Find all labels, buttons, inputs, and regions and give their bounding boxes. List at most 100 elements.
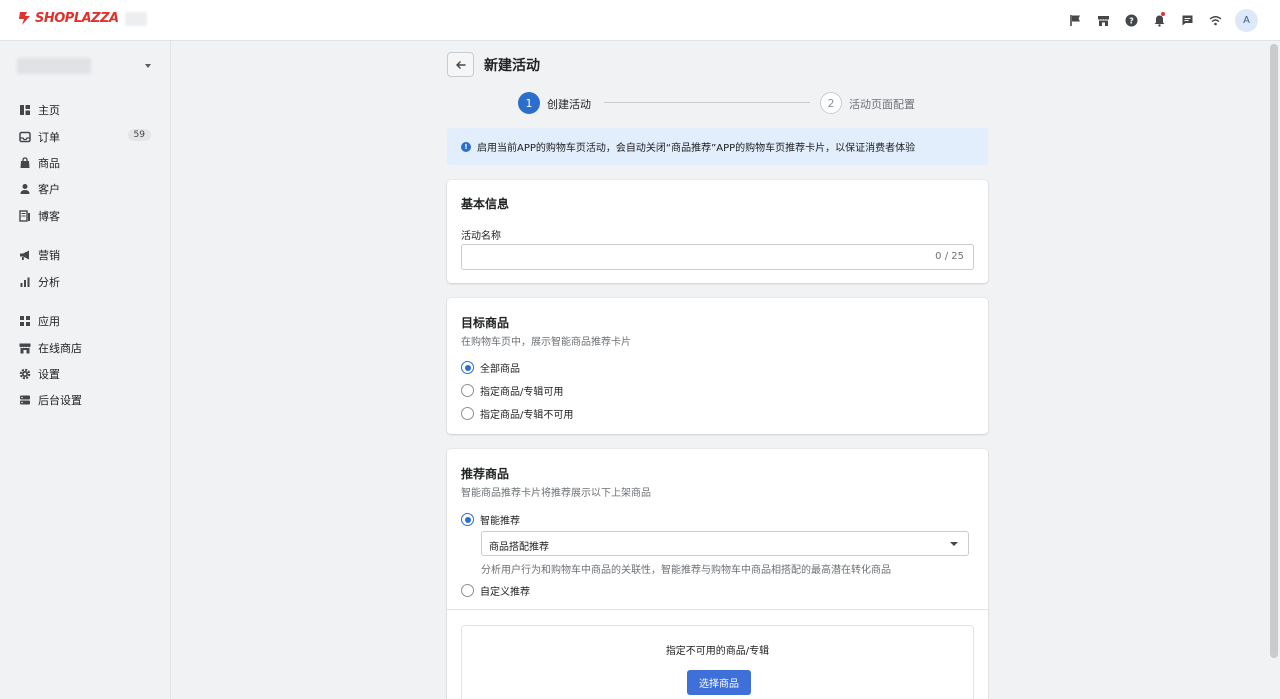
sidebar-item-settings[interactable]: 设置 [0, 361, 171, 387]
apps-icon [19, 315, 31, 327]
char-counter: 0 / 25 [935, 251, 964, 262]
recommend-type-select[interactable]: 商品搭配推荐 [481, 531, 969, 556]
sidebar-item-label: 订单 [38, 130, 60, 144]
info-banner: ! 启用当前APP的购物车页活动，会自动关闭“商品推荐”APP的购物车页推荐卡片… [447, 128, 988, 165]
activity-name-input[interactable]: 0 / 25 [461, 244, 974, 270]
wifi-icon[interactable] [1201, 8, 1229, 32]
radio-custom-recommend[interactable]: 自定义推荐 [461, 583, 530, 598]
radio-checked-icon [461, 361, 474, 374]
radio-unchecked-icon [461, 384, 474, 397]
radio-label: 智能推荐 [480, 516, 520, 527]
activity-name-label: 活动名称 [461, 231, 501, 242]
nav-group-store: 应用 在线商店 设置 后台设置 [0, 308, 171, 414]
sidebar-item-customers[interactable]: 客户 [0, 176, 171, 202]
sidebar-item-label: 客户 [38, 183, 60, 197]
radio-smart-recommend[interactable]: 智能推荐 [461, 512, 520, 527]
nav-group-growth: 营销 分析 [0, 242, 171, 295]
store-name-blurred [124, 11, 147, 26]
store-icon[interactable] [1089, 8, 1117, 32]
select-value: 商品搭配推荐 [489, 542, 549, 553]
sidebar-item-admin-settings[interactable]: 后台设置 [0, 387, 171, 413]
person-icon [19, 183, 31, 195]
sidebar-item-home[interactable]: 主页 [0, 97, 171, 123]
online-store-icon [19, 342, 31, 354]
sidebar-item-blog[interactable]: 博客 [0, 203, 171, 229]
sidebar-item-label: 在线商店 [38, 341, 82, 355]
caret-down-icon [950, 542, 958, 546]
back-button[interactable] [447, 52, 474, 77]
megaphone-icon [19, 249, 31, 261]
radio-label: 指定商品/专辑可用 [480, 387, 564, 398]
card-title: 目标商品 [461, 316, 510, 330]
inbox-icon [19, 131, 31, 143]
sidebar-item-apps[interactable]: 应用 [0, 308, 171, 334]
sidebar-item-products[interactable]: 商品 [0, 150, 171, 176]
basic-info-card: 基本信息 活动名称 0 / 25 [447, 180, 988, 283]
bag-icon [19, 157, 31, 169]
nav-group-main: 主页 订单 59 商品 客户 博客 [0, 97, 171, 229]
sidebar: 主页 订单 59 商品 客户 博客 营销 分析 应用 在线商店 设置 后台设置 [0, 41, 171, 699]
sidebar-item-orders[interactable]: 订单 59 [0, 123, 171, 149]
radio-label: 自定义推荐 [480, 587, 530, 598]
avatar[interactable]: A [1235, 8, 1258, 32]
radio-unchecked-icon [461, 584, 474, 597]
sidebar-item-label: 营销 [38, 249, 60, 263]
logo-text: SHOPLAZZA [35, 11, 119, 26]
card-title: 推荐商品 [461, 467, 510, 481]
sidebar-item-marketing[interactable]: 营销 [0, 242, 171, 268]
exclude-title: 指定不可用的商品/专辑 [665, 646, 770, 657]
gear-icon [19, 368, 31, 380]
orders-count-badge: 59 [127, 129, 151, 142]
chevron-down-icon [145, 64, 151, 68]
banner-text: 启用当前APP的购物车页活动，会自动关闭“商品推荐”APP的购物车页推荐卡片，以… [477, 143, 916, 154]
server-icon [19, 394, 31, 406]
target-products-card: 目标商品 在购物车页中，展示智能商品推荐卡片 全部商品 指定商品/专辑可用 指定… [447, 298, 988, 434]
card-subtitle: 在购物车页中，展示智能商品推荐卡片 [461, 337, 631, 348]
scrollbar[interactable] [1270, 44, 1278, 658]
sidebar-item-label: 分析 [38, 275, 60, 289]
svg-text:?: ? [1129, 16, 1134, 25]
divider [447, 609, 988, 610]
blog-icon [19, 210, 31, 222]
shoplazza-logo[interactable]: SHOPLAZZA [17, 11, 147, 26]
select-help-text: 分析用户行为和购物车中商品的关联性，智能推荐与购物车中商品相搭配的最高潜在转化商… [481, 565, 891, 576]
exclude-products-box: 指定不可用的商品/专辑 选择商品 [461, 625, 974, 699]
info-icon: ! [461, 141, 471, 152]
home-icon [19, 104, 31, 116]
logo-mark-icon [17, 11, 32, 26]
sidebar-item-online-store[interactable]: 在线商店 [0, 334, 171, 360]
stepper: 1 创建活动 2 活动页面配置 [518, 92, 938, 114]
sidebar-item-label: 博客 [38, 209, 60, 223]
help-icon[interactable]: ? [1117, 8, 1145, 32]
flag-icon[interactable] [1061, 8, 1089, 32]
sidebar-item-label: 主页 [38, 104, 60, 118]
step-1-label: 创建活动 [547, 98, 591, 111]
radio-specified-unavailable[interactable]: 指定商品/专辑不可用 [461, 406, 573, 421]
radio-all-products[interactable]: 全部商品 [461, 360, 520, 375]
radio-unchecked-icon [461, 407, 474, 420]
sidebar-item-label: 后台设置 [38, 394, 82, 408]
chat-icon[interactable] [1173, 8, 1201, 32]
radio-label: 指定商品/专辑不可用 [480, 410, 574, 421]
step-2-indicator: 2 [820, 92, 842, 114]
step-2-label: 活动页面配置 [849, 98, 915, 111]
radio-checked-icon [461, 513, 474, 526]
radio-specified-available[interactable]: 指定商品/专辑可用 [461, 383, 563, 398]
card-title: 基本信息 [461, 197, 510, 211]
sidebar-item-label: 应用 [38, 315, 60, 329]
arrow-left-icon [455, 60, 465, 69]
stepper-connector [604, 102, 810, 103]
sidebar-item-analytics[interactable]: 分析 [0, 268, 171, 294]
bar-chart-icon [19, 276, 31, 288]
select-products-button[interactable]: 选择商品 [687, 670, 751, 695]
page-title: 新建活动 [484, 58, 540, 74]
step-1-indicator: 1 [518, 92, 540, 114]
bell-icon[interactable] [1145, 8, 1173, 32]
store-switcher[interactable] [17, 56, 157, 76]
top-bar: SHOPLAZZA ? A [0, 0, 1280, 41]
store-name-blurred [17, 58, 91, 74]
sidebar-item-label: 设置 [38, 367, 60, 381]
card-subtitle: 智能商品推荐卡片将推荐展示以下上架商品 [461, 488, 651, 499]
sidebar-item-label: 商品 [38, 156, 60, 170]
top-icons: ? A [1061, 8, 1258, 32]
